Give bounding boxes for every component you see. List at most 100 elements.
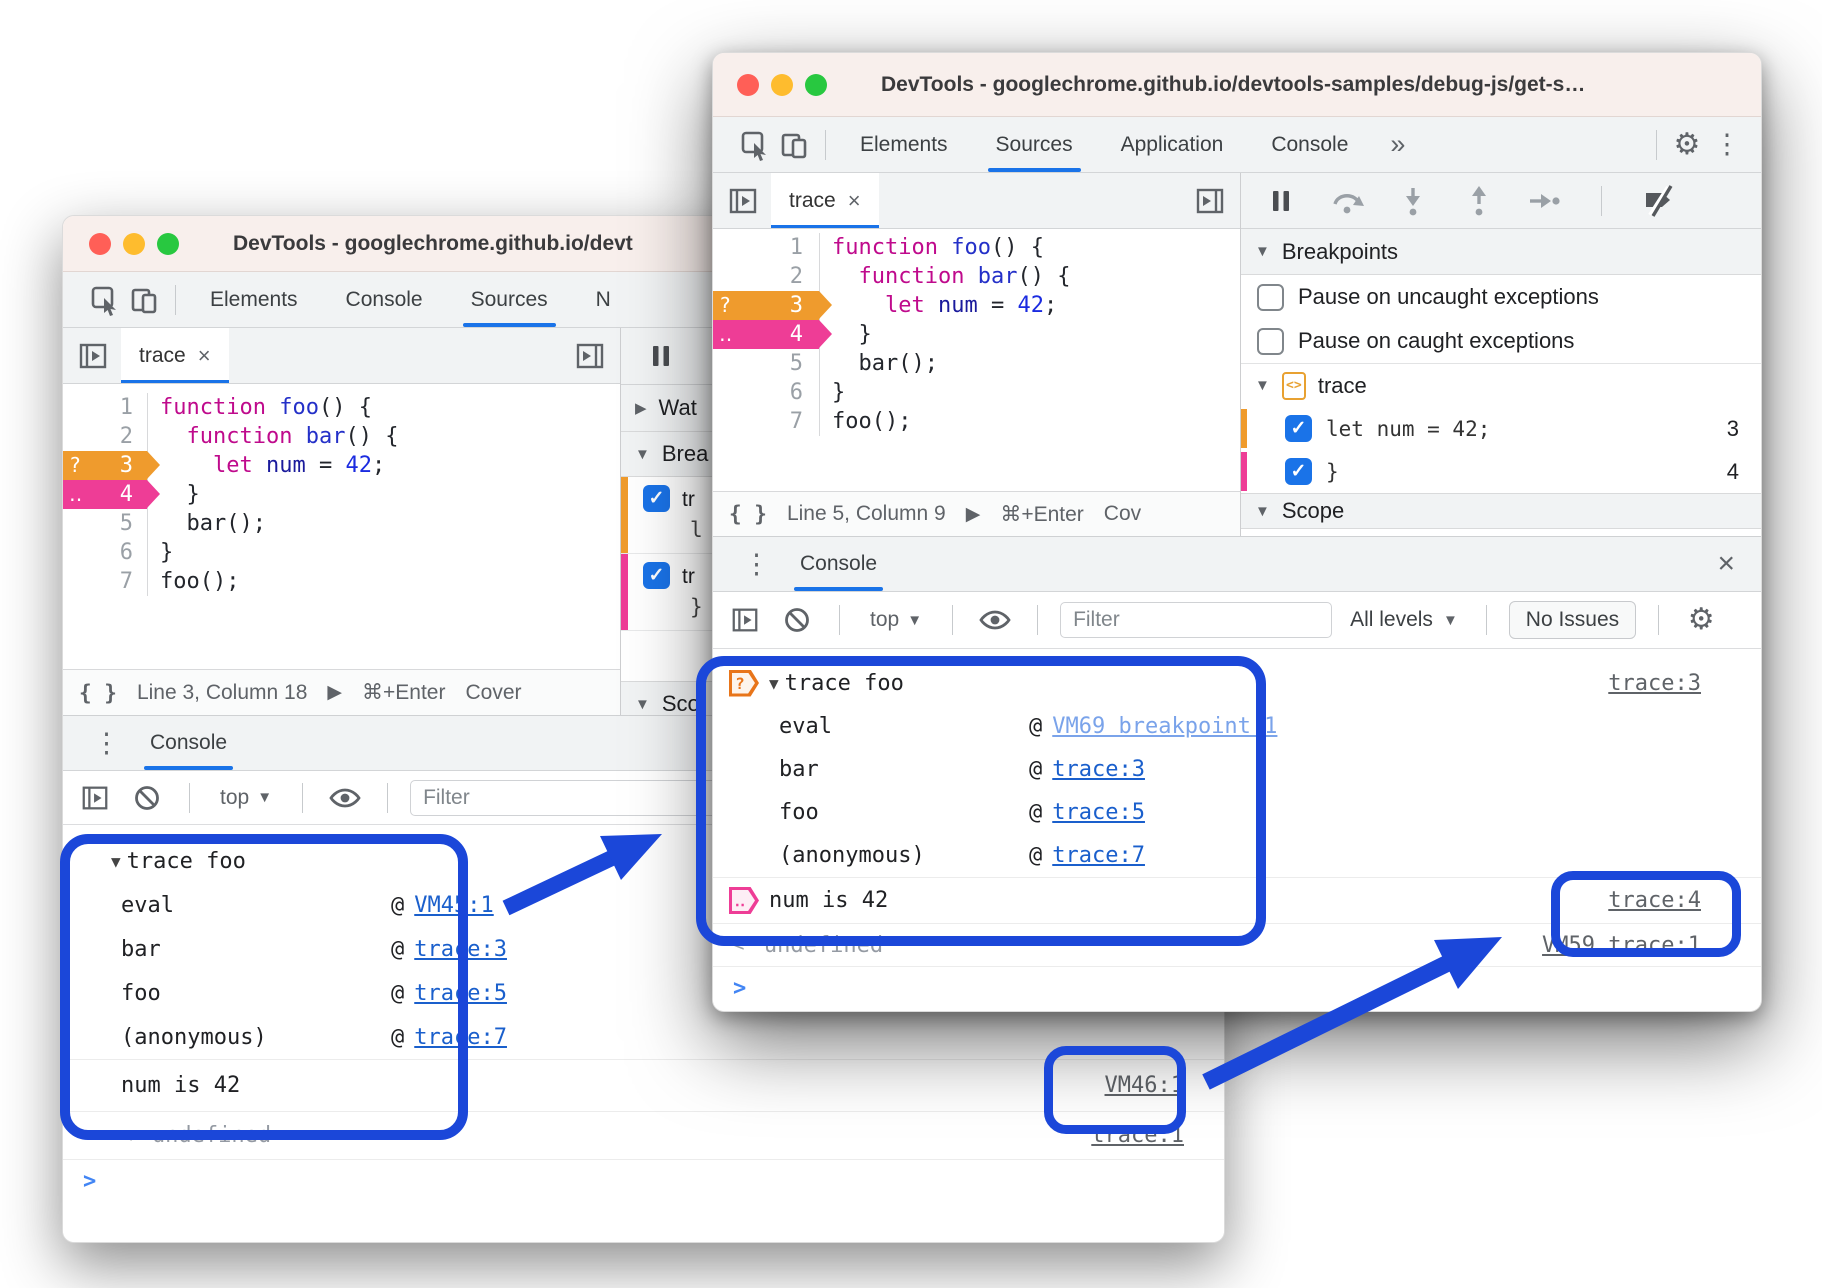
run-snippet-icon[interactable]: ▶: [966, 503, 981, 526]
expand-caret-icon[interactable]: ▼: [111, 852, 121, 871]
coverage-label[interactable]: Cov: [1104, 502, 1141, 526]
gutter-line-6[interactable]: 6: [713, 378, 819, 407]
console-sidebar-toggle-icon[interactable]: [75, 778, 115, 818]
pause-caught-row[interactable]: ✓ Pause on caught exceptions: [1241, 319, 1761, 363]
clear-console-icon[interactable]: [777, 600, 817, 640]
expand-caret-icon[interactable]: ▼: [769, 674, 779, 693]
console-drawer-tab[interactable]: Console: [784, 537, 893, 591]
log-origin-link[interactable]: trace:4: [1608, 888, 1701, 913]
group-origin-link[interactable]: trace:3: [1608, 671, 1701, 696]
console-prompt-row[interactable]: >: [63, 1159, 1224, 1203]
pause-icon[interactable]: [641, 336, 681, 376]
device-toolbar-icon[interactable]: [125, 280, 165, 320]
pause-uncaught-row[interactable]: ✓ Pause on uncaught exceptions: [1241, 275, 1761, 319]
close-traffic-light[interactable]: [89, 233, 111, 255]
minimize-traffic-light[interactable]: [123, 233, 145, 255]
settings-gear-icon[interactable]: ⚙: [1667, 125, 1707, 165]
inspect-icon[interactable]: [85, 280, 125, 320]
open-file-panel-icon[interactable]: [1190, 181, 1230, 221]
console-settings-gear-icon[interactable]: ⚙: [1681, 600, 1721, 640]
file-tab-trace[interactable]: trace ×: [771, 173, 879, 228]
coverage-label[interactable]: Cover: [465, 681, 521, 705]
kebab-menu-icon[interactable]: ⋮: [729, 551, 784, 578]
device-toolbar-icon[interactable]: [775, 125, 815, 165]
frame-location-link[interactable]: trace:7: [1052, 843, 1145, 868]
breakpoint-checkbox[interactable]: ✓: [1285, 415, 1312, 442]
gutter-line-2[interactable]: 2: [713, 262, 819, 291]
zoom-traffic-light[interactable]: [805, 74, 827, 96]
console-group-row[interactable]: ? ▼ trace foo trace:3: [713, 661, 1761, 705]
step-icon[interactable]: [1525, 181, 1565, 221]
context-selector[interactable]: top ▼: [212, 786, 280, 810]
result-origin-link[interactable]: trace:1: [1091, 1123, 1184, 1148]
gutter-line-3[interactable]: ?3: [63, 451, 147, 480]
breakpoint-file-group[interactable]: ▼ <> trace: [1241, 363, 1761, 407]
gutter-line-1[interactable]: 1: [63, 393, 147, 422]
gutter-line-7[interactable]: 7: [713, 407, 819, 436]
gutter-line-1[interactable]: 1: [713, 233, 819, 262]
context-selector[interactable]: top ▼: [862, 608, 930, 632]
close-traffic-light[interactable]: [737, 74, 759, 96]
main-menu-kebab-icon[interactable]: ⋮: [1707, 125, 1747, 165]
step-out-icon[interactable]: [1459, 181, 1499, 221]
console-drawer-tab[interactable]: Console: [134, 716, 243, 770]
inspect-icon[interactable]: [735, 125, 775, 165]
frame-location-link[interactable]: VM45:1: [414, 893, 493, 918]
navigator-toggle-icon[interactable]: [723, 181, 763, 221]
frame-location-link[interactable]: trace:7: [414, 1025, 507, 1050]
breakpoint-item[interactable]: ✓ let num = 42; 3: [1241, 407, 1761, 450]
eye-icon[interactable]: [325, 778, 365, 818]
frame-location-link[interactable]: trace:5: [414, 981, 507, 1006]
deactivate-breakpoints-icon[interactable]: [1638, 181, 1678, 221]
pause-caught-checkbox[interactable]: ✓: [1257, 328, 1284, 355]
pretty-print-icon[interactable]: { }: [79, 681, 117, 705]
breakpoint-checkbox[interactable]: ✓: [1285, 458, 1312, 485]
breakpoint-item[interactable]: ✓ } 4: [1241, 450, 1761, 493]
frame-location-link[interactable]: VM69 breakpoint:1: [1052, 714, 1277, 739]
gutter-line-4[interactable]: ‥4: [713, 320, 819, 349]
eye-icon[interactable]: [975, 600, 1015, 640]
navigator-toggle-icon[interactable]: [73, 336, 113, 376]
log-levels-selector[interactable]: All levels ▼: [1344, 608, 1464, 632]
file-tab-close-icon[interactable]: ×: [198, 343, 211, 369]
open-file-panel-icon[interactable]: [570, 336, 610, 376]
kebab-menu-icon[interactable]: ⋮: [79, 730, 134, 757]
file-tab-close-icon[interactable]: ×: [848, 188, 861, 214]
pause-uncaught-checkbox[interactable]: ✓: [1257, 284, 1284, 311]
console-sidebar-toggle-icon[interactable]: [725, 600, 765, 640]
step-over-icon[interactable]: [1327, 181, 1367, 221]
minimize-traffic-light[interactable]: [771, 74, 793, 96]
frame-location-link[interactable]: trace:5: [1052, 800, 1145, 825]
log-origin-link[interactable]: VM46:1: [1105, 1073, 1184, 1098]
close-drawer-icon[interactable]: ×: [1717, 547, 1745, 581]
tab-console[interactable]: Console: [322, 272, 447, 327]
no-issues-button[interactable]: No Issues: [1509, 601, 1636, 639]
frame-location-link[interactable]: trace:3: [414, 937, 507, 962]
run-snippet-icon[interactable]: ▶: [327, 681, 342, 704]
zoom-traffic-light[interactable]: [157, 233, 179, 255]
breakpoint-checkbox[interactable]: ✓: [643, 485, 670, 512]
console-filter-input[interactable]: [1060, 602, 1332, 638]
tab-console[interactable]: Console: [1247, 117, 1372, 172]
gutter-line-7[interactable]: 7: [63, 567, 147, 596]
pause-icon[interactable]: [1261, 181, 1301, 221]
gutter-line-4[interactable]: ‥4: [63, 480, 147, 509]
gutter-line-5[interactable]: 5: [713, 349, 819, 378]
tab-elements[interactable]: Elements: [186, 272, 322, 327]
tab-elements[interactable]: Elements: [836, 117, 972, 172]
frame-location-link[interactable]: trace:3: [1052, 757, 1145, 782]
breakpoints-section-header[interactable]: ▼Breakpoints: [1241, 229, 1761, 275]
breakpoint-checkbox[interactable]: ✓: [643, 562, 670, 589]
gutter-line-3[interactable]: ?3: [713, 291, 819, 320]
clear-console-icon[interactable]: [127, 778, 167, 818]
tab-application[interactable]: Application: [1097, 117, 1248, 172]
gutter-line-2[interactable]: 2: [63, 422, 147, 451]
tab-sources[interactable]: Sources: [972, 117, 1097, 172]
gutter-line-6[interactable]: 6: [63, 538, 147, 567]
result-origin-link[interactable]: VM59 trace:1: [1542, 933, 1701, 958]
pretty-print-icon[interactable]: { }: [729, 502, 767, 526]
console-filter-input[interactable]: [410, 780, 760, 816]
file-tab-trace[interactable]: trace ×: [121, 328, 229, 383]
tab-sources[interactable]: Sources: [447, 272, 572, 327]
console-prompt-row[interactable]: >: [713, 966, 1761, 1010]
